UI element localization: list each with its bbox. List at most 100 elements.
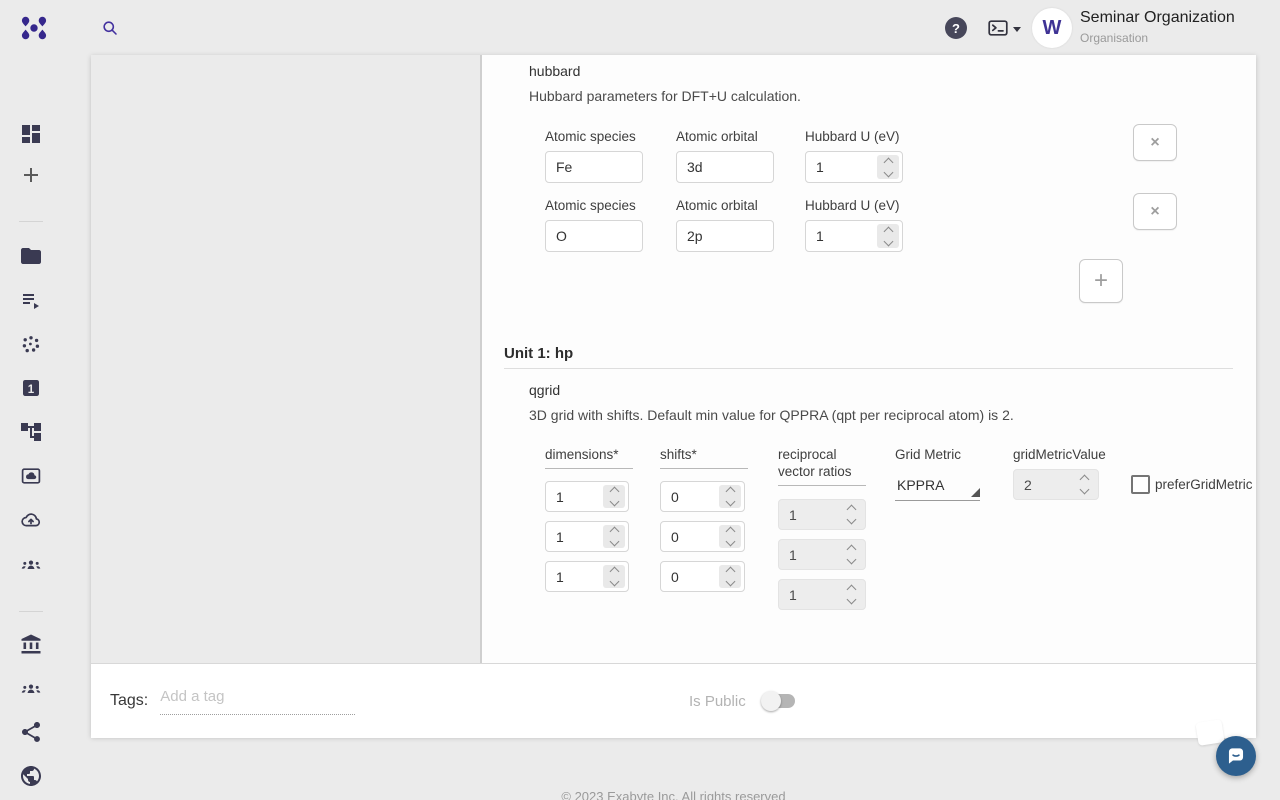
is-public-toggle[interactable]	[761, 691, 797, 711]
chevron-up-icon	[609, 527, 619, 537]
sidebar-item-public[interactable]	[19, 764, 43, 788]
reciprocal-ratio-field	[778, 579, 866, 610]
shift-field[interactable]	[660, 481, 745, 512]
sidebar-item-uploads[interactable]	[19, 508, 43, 532]
avatar-letter: W	[1043, 17, 1062, 40]
app-logo[interactable]	[18, 12, 50, 44]
shift-field[interactable]	[660, 521, 745, 552]
sidebar-item-projects[interactable]	[19, 244, 43, 268]
sidebar-item-media[interactable]	[19, 464, 43, 488]
chevron-down-icon	[609, 497, 619, 507]
chevron-up-icon	[883, 226, 893, 236]
account-tree-icon	[19, 420, 43, 444]
shifts-label: shifts*	[660, 446, 748, 469]
org-name: Seminar Organization	[1080, 9, 1235, 27]
atomic-orbital-label: Atomic orbital	[676, 197, 758, 214]
dimensions-label: dimensions*	[545, 446, 633, 469]
section-divider	[504, 368, 1233, 369]
chevron-up-icon	[883, 157, 893, 167]
tags-bar: Tags: Is Public	[91, 663, 1256, 738]
stepper-buttons[interactable]	[603, 485, 625, 508]
stepper-buttons[interactable]	[877, 155, 899, 179]
atomic-orbital-input[interactable]	[676, 151, 774, 183]
hubbard-u-label: Hubbard U (eV)	[805, 197, 900, 214]
hubbard-u-field[interactable]	[805, 220, 903, 252]
atomic-species-label: Atomic species	[545, 128, 636, 145]
close-icon: ×	[1150, 134, 1159, 152]
cloud-upload-icon	[19, 508, 43, 532]
grid-metric-selected-value: KPPRA	[897, 477, 944, 493]
chevron-down-icon	[1013, 27, 1021, 32]
chat-bubble-icon	[1223, 743, 1249, 769]
grid-metric-select[interactable]: KPPRA	[895, 470, 980, 501]
chevron-down-icon	[1079, 485, 1089, 495]
stepper-buttons[interactable]	[603, 565, 625, 588]
chevron-down-icon	[725, 497, 735, 507]
atomic-orbital-label: Atomic orbital	[676, 128, 758, 145]
sidebar-item-workflows[interactable]	[19, 420, 43, 444]
people-icon	[19, 676, 43, 700]
molecule-logo-icon	[18, 12, 50, 44]
stepper-buttons	[840, 503, 862, 526]
console-menu-button[interactable]	[986, 16, 1021, 40]
prefer-grid-metric-label: preferGridMetric	[1155, 476, 1253, 493]
chevron-down-icon	[725, 537, 735, 547]
reciprocal-vector-ratios-label: reciprocal vector ratios	[778, 446, 866, 486]
sidebar-item-materials[interactable]: 1	[19, 376, 43, 400]
org-avatar[interactable]: W	[1032, 8, 1072, 48]
atomic-species-input[interactable]	[545, 151, 643, 183]
shift-field[interactable]	[660, 561, 745, 592]
chevron-up-icon	[846, 505, 856, 515]
dimension-field[interactable]	[545, 561, 629, 592]
unit-heading: Unit 1: hp	[504, 345, 573, 362]
sidebar-item-create[interactable]	[19, 163, 43, 187]
copyright-text: © 2023 Exabyte Inc. All rights reserved	[91, 789, 1256, 800]
remove-row-button[interactable]: ×	[1133, 193, 1177, 230]
chevron-down-icon	[846, 515, 856, 525]
atomic-species-label: Atomic species	[545, 197, 636, 214]
stepper-buttons[interactable]	[719, 485, 741, 508]
reciprocal-ratio-field	[778, 539, 866, 570]
org-switcher[interactable]: Seminar Organization Organisation	[1080, 9, 1235, 45]
chevron-up-icon	[609, 567, 619, 577]
org-type: Organisation	[1080, 31, 1235, 45]
dimension-field[interactable]	[545, 521, 629, 552]
sidebar-divider	[19, 221, 43, 222]
chat-widget-button[interactable]	[1216, 736, 1256, 776]
scatter-dots-icon	[19, 332, 43, 356]
stepper-buttons	[840, 583, 862, 606]
tags-group: Tags:	[110, 664, 355, 738]
prefer-grid-metric-checkbox[interactable]	[1131, 475, 1150, 494]
toggle-knob	[761, 691, 781, 711]
grid-metric-label: Grid Metric	[895, 446, 961, 463]
add-row-button[interactable]: +	[1079, 259, 1123, 303]
chevron-up-icon	[846, 585, 856, 595]
sidebar-item-dashboard[interactable]	[19, 122, 43, 146]
stepper-buttons[interactable]	[719, 565, 741, 588]
stepper-buttons[interactable]	[719, 525, 741, 548]
dimension-field[interactable]	[545, 481, 629, 512]
sidebar-item-clusters[interactable]	[19, 332, 43, 356]
atomic-species-input[interactable]	[545, 220, 643, 252]
hubbard-u-field[interactable]	[805, 151, 903, 183]
help-button[interactable]: ?	[945, 17, 967, 39]
stepper-buttons[interactable]	[877, 224, 899, 248]
sidebar-divider	[19, 611, 43, 612]
qgrid-description: 3D grid with shifts. Default min value f…	[529, 407, 1014, 423]
remove-row-button[interactable]: ×	[1133, 124, 1177, 161]
unit-form-pane: hubbard Hubbard parameters for DFT+U cal…	[482, 55, 1256, 663]
add-tag-input[interactable]	[160, 688, 355, 715]
sidebar-item-organization[interactable]	[19, 632, 43, 656]
sidebar-item-share[interactable]	[19, 720, 43, 744]
sidebar-item-team[interactable]	[19, 552, 43, 576]
atomic-orbital-input[interactable]	[676, 220, 774, 252]
sidebar-item-jobs[interactable]	[19, 288, 43, 312]
search-button[interactable]	[100, 18, 120, 38]
chevron-down-icon	[725, 577, 735, 587]
chevron-down-icon	[846, 555, 856, 565]
sidebar-item-members[interactable]	[19, 676, 43, 700]
stepper-buttons	[840, 543, 862, 566]
reciprocal-label-line2: vector ratios	[778, 464, 852, 479]
stepper-buttons[interactable]	[603, 525, 625, 548]
select-arrow-icon	[971, 488, 980, 497]
